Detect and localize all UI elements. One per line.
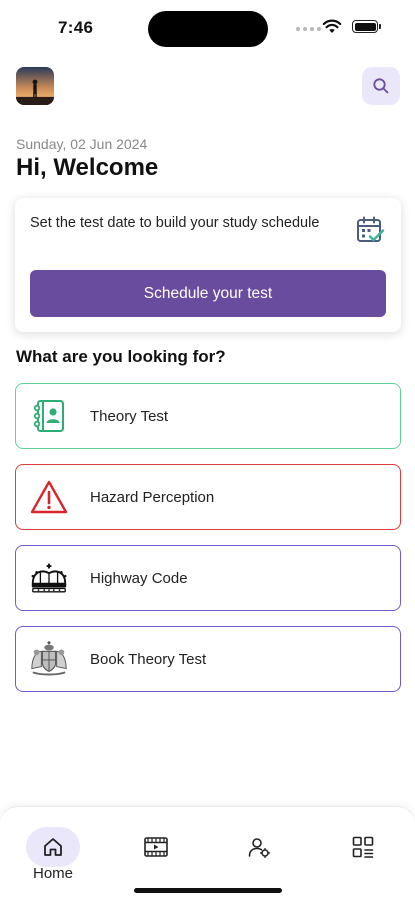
search-icon	[373, 78, 389, 94]
schedule-test-button[interactable]: Schedule your test	[30, 270, 386, 317]
option-highway-code[interactable]: Highway Code	[15, 545, 401, 611]
royal-coat-of-arms-icon	[28, 639, 70, 679]
section-title: What are you looking for?	[16, 347, 226, 366]
schedule-card-text: Set the test date to build your study sc…	[30, 215, 320, 231]
calendar-check-icon	[357, 216, 385, 242]
option-label: Highway Code	[90, 570, 188, 587]
option-theory-test[interactable]: Theory Test	[15, 383, 401, 449]
wifi-icon	[322, 19, 342, 33]
nav-more[interactable]	[336, 827, 390, 867]
battery-icon	[352, 20, 381, 33]
nav-home[interactable]	[26, 827, 80, 867]
schedule-card: Set the test date to build your study sc…	[15, 198, 401, 332]
avatar[interactable]	[16, 67, 54, 105]
home-icon	[44, 838, 62, 856]
user-settings-icon	[248, 838, 271, 859]
home-indicator	[134, 888, 282, 893]
status-time: 7:46	[58, 18, 94, 37]
contact-book-icon	[28, 396, 70, 436]
nav-profile[interactable]	[232, 827, 286, 867]
video-film-icon	[144, 837, 168, 857]
signal-icon	[296, 27, 321, 31]
nav-videos[interactable]	[129, 827, 183, 867]
status-bar: 7:46	[0, 0, 415, 56]
profile-photo-icon	[16, 67, 54, 105]
option-label: Theory Test	[90, 408, 169, 425]
dynamic-island	[148, 11, 268, 47]
option-label: Book Theory Test	[90, 651, 207, 668]
warning-triangle-icon	[28, 477, 70, 517]
search-button[interactable]	[362, 67, 400, 105]
bottom-nav: Home	[0, 806, 415, 900]
option-book-theory-test[interactable]: Book Theory Test	[15, 626, 401, 692]
option-label: Hazard Perception	[90, 489, 215, 506]
option-hazard-perception[interactable]: Hazard Perception	[15, 464, 401, 530]
grid-menu-icon	[352, 836, 374, 858]
current-date: Sunday, 02 Jun 2024	[16, 136, 148, 152]
nav-home-label: Home	[32, 865, 73, 882]
page-title: Hi, Welcome	[16, 154, 159, 181]
crown-icon	[28, 558, 70, 598]
